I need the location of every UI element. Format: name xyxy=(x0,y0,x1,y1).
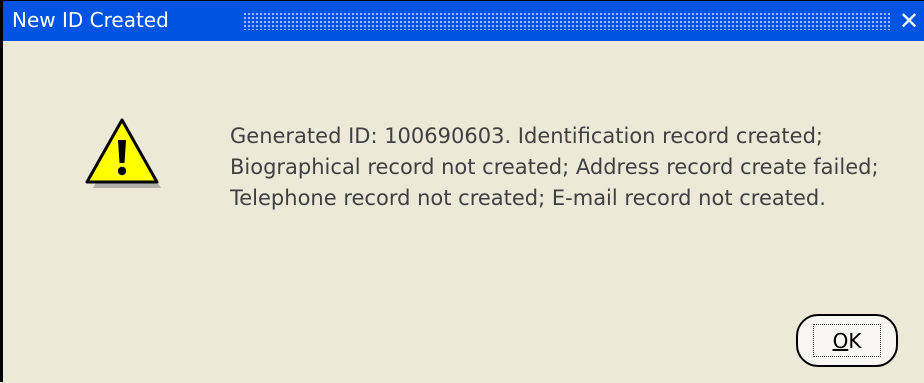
ok-button[interactable]: OK xyxy=(796,314,898,367)
warning-icon xyxy=(85,118,161,188)
window-title: New ID Created xyxy=(12,8,169,32)
title-bar-pattern xyxy=(243,12,891,30)
dialog-message: Generated ID: 100690603. Identification … xyxy=(230,124,879,210)
title-bar[interactable]: New ID Created ✕ xyxy=(3,1,924,41)
ok-button-label: OK xyxy=(798,329,896,353)
ok-mnemonic: O xyxy=(832,329,849,353)
dialog-body: Generated ID: 100690603. Identification … xyxy=(3,41,924,383)
ok-label-rest: K xyxy=(848,329,862,353)
new-id-dialog: New ID Created ✕ Generated ID: 100690603… xyxy=(0,0,924,383)
close-button[interactable]: ✕ xyxy=(896,7,922,35)
